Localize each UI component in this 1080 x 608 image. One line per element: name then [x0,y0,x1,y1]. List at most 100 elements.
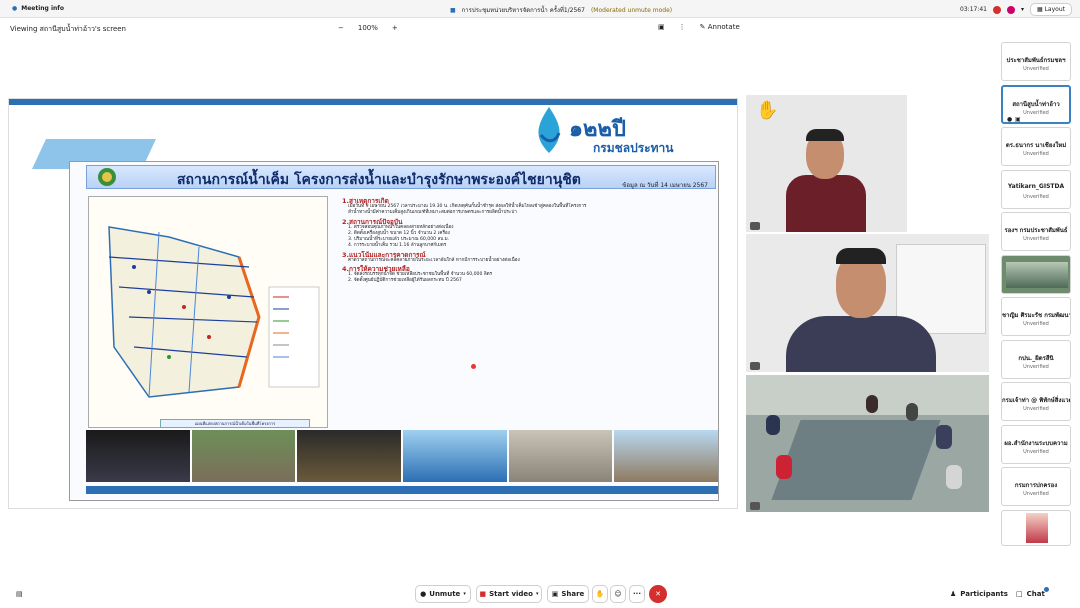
map-caption: แผนที่แสดงสถานการณ์น้ำเค็มในพื้นที่โครงก… [160,419,310,428]
zoom-level[interactable]: 100% [358,24,378,32]
chat-button[interactable]: □ Chat [1016,590,1045,598]
meeting-timer: 03:17:41 [960,6,987,13]
speaker-hair [806,129,844,141]
zoom-controls: − 100% + [338,24,398,32]
video-tile-speaker-2[interactable] [746,234,989,372]
photo [403,430,507,482]
reactions-button[interactable]: ☺ [610,585,626,603]
participant-status: Unverified [1023,406,1049,412]
shared-screen[interactable]: ๑๒๒ปี กรมชลประทาน สถานการณ์น้ำเค็ม โครงก… [8,98,738,509]
slide-dateline: ข้อมูล ณ วันที่ 14 เมษายน 2567 [622,182,708,189]
pip-icon[interactable]: ▣ [658,23,665,31]
microphone-off-icon [750,502,760,510]
participant-roster: ประชาสัมพันธ์กรมชลฯ Unverified สถานีสูบน… [1001,42,1073,549]
attendee [776,455,792,479]
roster-tile[interactable]: ชาญิม ศิรมะรัช กรมพัฒนา Unverified [1001,297,1071,336]
roster-tile[interactable]: กปน._ผิดรสีนิ Unverified [1001,339,1071,379]
roster-tile[interactable]: Yatikarn_GISTDA Unverified [1001,169,1071,209]
conference-table [771,420,941,500]
section-line: คาดว่าสถานการณ์จะคลี่คลายภายในระยะเวลาอั… [348,257,520,263]
roster-tile[interactable]: ผอ.สำนักงานระบบความ Unverified [1001,424,1071,464]
participant-name: Yatikarn_GISTDA [1007,182,1065,190]
captions-icon[interactable]: ▤ [16,590,23,598]
attendee [946,465,962,489]
participant-status: Unverified [1023,321,1049,327]
roster-tile[interactable]: กรมเจ้าท่า @ พิทักษ์สิ่งแวดล้อม Unverifi… [1001,382,1071,421]
more-options-button[interactable]: ··· [629,585,645,603]
video-thumbnail [1006,261,1068,288]
roster-tile[interactable]: รองฯ กรมประชาสัมพันธ์ Unverified [1001,212,1071,251]
hand-icon: ✋ [595,590,605,598]
microphone-off-icon: ● [420,590,427,598]
share-label: Share [561,590,585,598]
participant-name: กปน._ผิดรสีนิ [1018,354,1054,362]
moderation-mode: (Moderated unmute mode) [590,6,673,14]
microphone-off-icon [750,222,760,230]
slide-title: สถานการณ์น้ำเค็ม โครงการส่งน้ำและบำรุงรั… [177,172,581,188]
meeting-info[interactable]: ● Meeting info [12,5,64,12]
video-off-icon: ■ [479,590,487,598]
roster-tile-active[interactable]: สถานีสูบน้ำท่าอ้าว Unverified ● ▣ [1001,84,1071,124]
smiley-icon: ☺ [614,590,622,598]
participant-name: กรมการปกครอง [1014,482,1058,489]
annotate-button[interactable]: ✎ Annotate [700,23,740,31]
title-bar: ● Meeting info ■ การประชุมหน่วยบริหารจัด… [0,0,1080,18]
participant-status: Unverified [1023,448,1049,455]
speaker-shirt [786,175,866,232]
meeting-title-area: ■ การประชุมหน่วยบริหารจัดการน้ำ ครั้งที่… [450,5,672,15]
slide-bottom-band [86,486,718,494]
raised-hand-icon: ✋ [756,100,779,121]
photo-strip [86,430,719,482]
participant-status: Unverified [1023,363,1049,370]
photo [508,430,613,482]
roster-tile-video[interactable] [1001,509,1071,546]
layout-label: Layout [1044,6,1065,13]
chat-bubble-icon: □ [1016,590,1023,598]
participants-label: Participants [960,590,1008,598]
roster-tile[interactable]: กรมการปกครอง Unverified [1001,467,1071,506]
roster-tile[interactable]: ดร.ธนากร นาเชียงใหม่ Unverified [1001,127,1071,166]
unmute-button[interactable]: ● Unmute ▾ [415,585,471,603]
rid-logo: ๑๒๒ปี กรมชลประทาน [529,105,729,160]
participant-status: Unverified [1023,491,1049,497]
roster-tile-video[interactable] [1001,254,1071,294]
section-line: ลำน้ำทางน้ำมีค่าความเค็มสูงเกินเกณฑ์ที่เ… [348,210,517,216]
start-video-button[interactable]: ■ Start video ▾ [476,585,542,603]
meeting-info-label: Meeting info [21,5,64,12]
attendee [866,395,878,413]
start-video-label: Start video [489,590,533,598]
video-tile-conference-room[interactable] [746,375,989,512]
participant-status: Unverified [1023,236,1049,242]
leave-meeting-button[interactable]: ✕ [649,585,667,603]
layout-button[interactable]: ▦ Layout [1030,3,1072,16]
participant-status: Unverified [1023,193,1049,200]
participant-status: Unverified [1023,151,1049,157]
map-drawing [108,226,320,398]
unmute-label: Unmute [429,590,461,598]
attendee [936,425,952,449]
participants-button[interactable]: ♟ Participants [950,590,1008,598]
microphone-icon: ● [1007,115,1013,123]
pointer-dot-icon [471,364,476,369]
share-screen-icon: ▣ [551,590,559,598]
meeting-title: การประชุมหน่วยบริหารจัดการน้ำ ครั้งที่1/… [461,7,585,14]
more-dots-icon[interactable]: ⋮ [679,23,686,31]
slide-content: สถานการณ์น้ำเค็ม โครงการส่งน้ำและบำรุงรั… [69,161,719,501]
participant-status: Unverified [1023,66,1049,72]
avatar[interactable] [1006,5,1015,14]
view-tools: ▣ ⋮ ✎ Annotate [658,23,740,31]
lock-icon: ■ [450,6,456,14]
photo [614,430,719,482]
roster-tile[interactable]: ประชาสัมพันธ์กรมชลฯ Unverified [1001,42,1071,81]
recording-indicator-icon [992,5,1001,14]
share-button[interactable]: ▣ Share [547,585,589,603]
chevron-down-icon[interactable]: ▾ [1021,6,1024,13]
zoom-out-button[interactable]: − [338,24,344,32]
zoom-in-button[interactable]: + [392,24,398,32]
chevron-down-icon: ▾ [536,591,539,597]
raise-hand-button[interactable]: ✋ [592,585,608,603]
control-bar: ▤ ● Unmute ▾ ■ Start video ▾ ▣ Share ✋ ☺… [0,582,1080,608]
photo [86,430,190,482]
video-thumbnail [1026,512,1048,543]
section-line: 4. การระบายน้ำเค็ม รวม 1.16 ล้านลูกบาศก์… [348,243,447,249]
